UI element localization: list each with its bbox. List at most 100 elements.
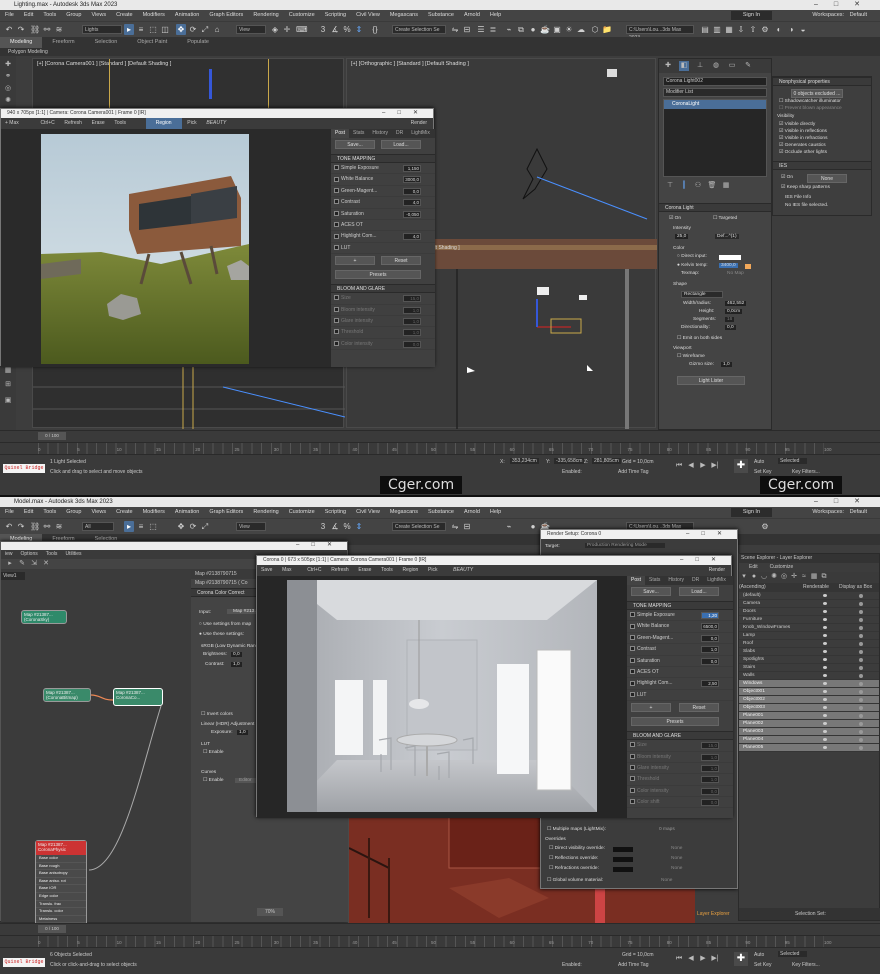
param-checkbox[interactable] xyxy=(630,787,635,793)
corona-vfb-icon[interactable]: ◒ xyxy=(798,24,808,35)
layer-row[interactable]: Plane001 xyxy=(739,712,879,720)
param-checkbox[interactable] xyxy=(630,776,635,782)
redo-icon[interactable]: ↷ xyxy=(16,521,26,532)
track-bar-bottom[interactable]: 0 5 10 15 20 25 30 35 40 45 50 55 60 65 70 75 80 85 90 95 10… xyxy=(0,935,880,950)
render-frame-icon[interactable]: ▣ xyxy=(552,24,562,35)
vfb-copy-button[interactable]: Ctrl+C xyxy=(36,118,58,129)
select-object-icon[interactable]: ▸ xyxy=(124,521,134,532)
menu-scripting[interactable]: Scripting xyxy=(320,10,351,21)
param-checkbox[interactable] xyxy=(630,691,635,697)
percent-snap-icon[interactable]: % xyxy=(342,24,352,35)
y-coord-field[interactable]: -335,658cm xyxy=(554,458,585,464)
material-slot[interactable]: Base rough xyxy=(36,863,86,871)
menu-civil-view[interactable]: Civil View xyxy=(351,10,385,21)
vfb-pick-button[interactable]: Pick xyxy=(183,118,200,129)
tab-stats[interactable]: Stats xyxy=(349,129,368,138)
param-checkbox[interactable] xyxy=(630,623,635,629)
slate-menu-tools[interactable]: Tools xyxy=(42,551,62,557)
kelvin-field[interactable]: 3400,0 xyxy=(719,263,738,268)
goto-start-icon[interactable]: ⏮ xyxy=(674,954,684,964)
material-slot[interactable]: Base anisotropy xyxy=(36,870,86,878)
curve-editor-icon[interactable]: ⌁ xyxy=(504,521,514,532)
param-checkbox[interactable] xyxy=(630,646,635,652)
folder-icon[interactable]: 📁 xyxy=(602,24,612,35)
renderable-icon[interactable] xyxy=(823,594,827,597)
global-volume-map[interactable]: None xyxy=(661,878,672,883)
pivot-icon[interactable]: ◈ xyxy=(270,24,280,35)
render-setup-icon[interactable]: ☕ xyxy=(540,24,550,35)
renderable-icon[interactable] xyxy=(823,634,827,637)
next-frame-icon[interactable]: ▶| xyxy=(710,954,720,964)
param-value-field[interactable]: 1,0 xyxy=(701,764,719,772)
node-corona-sky[interactable]: Map #21387... (CoronaSky) xyxy=(21,610,67,624)
layer-explorer-icon[interactable]: ≣ xyxy=(488,24,498,35)
show-end-result-icon[interactable]: ┃ xyxy=(679,181,689,191)
menu-arnold[interactable]: Arnold xyxy=(459,10,485,21)
display-box-icon[interactable] xyxy=(859,738,863,742)
rect-selection-icon[interactable]: ⬚ xyxy=(148,24,158,35)
param-checkbox[interactable] xyxy=(630,753,635,759)
time-slider-thumb[interactable]: 0 / 100 xyxy=(38,432,66,440)
new-scene-icon[interactable]: ▥ xyxy=(712,24,722,35)
set-key-button-bottom[interactable]: Set Key xyxy=(754,962,772,968)
ies-header[interactable]: IES xyxy=(773,161,871,170)
material-editor-icon[interactable]: ● xyxy=(528,521,538,532)
material-slot[interactable]: Translu. frac xyxy=(36,901,86,909)
add-time-tag-button-bottom[interactable]: Add Time Tag xyxy=(618,962,648,968)
param-value-field[interactable]: 1,0 xyxy=(403,306,421,314)
param-value-field[interactable]: 0,0 xyxy=(403,187,421,195)
display-box-icon[interactable] xyxy=(859,666,863,670)
se-col-name[interactable]: (Ascending) xyxy=(739,583,766,592)
export-icon[interactable]: ⇧ xyxy=(748,24,758,35)
renderable-icon[interactable] xyxy=(823,666,827,669)
layer-row[interactable]: Furniture xyxy=(739,616,879,624)
mirror-icon[interactable]: ⇋ xyxy=(450,24,460,35)
layer-row[interactable]: Walls xyxy=(739,672,879,680)
redo-icon[interactable]: ↷ xyxy=(16,24,26,35)
menu-create[interactable]: Create xyxy=(111,507,138,518)
material-editor-icon[interactable]: ● xyxy=(528,24,538,35)
material-slot[interactable]: Base aniso. rot xyxy=(36,878,86,886)
material-slot[interactable]: Translu. color xyxy=(36,908,86,916)
menu-animation[interactable]: Animation xyxy=(170,10,204,21)
slate-pick-icon[interactable]: ✎ xyxy=(17,559,27,569)
select-by-name-icon[interactable]: ≡ xyxy=(136,521,146,532)
utilities-tab-icon[interactable]: ✎ xyxy=(743,61,753,71)
ribbon-tab-modeling[interactable]: Modeling xyxy=(0,37,43,48)
se-spacewarps-icon[interactable]: ≈ xyxy=(799,572,809,582)
param-checkbox[interactable] xyxy=(334,199,339,205)
auto-key-button[interactable]: Auto xyxy=(754,459,764,465)
material-slot[interactable]: Base color xyxy=(36,855,86,863)
slate-zoom[interactable]: 70% xyxy=(257,908,284,916)
renderable-icon[interactable] xyxy=(823,650,827,653)
presets-button[interactable]: Presets xyxy=(631,717,719,727)
menu-civil-view[interactable]: Civil View xyxy=(351,507,385,518)
shape-dropdown[interactable]: Rectangle xyxy=(681,291,723,298)
corona-converter-icon[interactable]: ◑ xyxy=(786,24,796,35)
display-box-icon[interactable] xyxy=(859,634,863,638)
link-left-icon[interactable]: ⚭ xyxy=(3,72,13,82)
refr-override-map[interactable]: None xyxy=(671,866,682,871)
window-controls-bottom[interactable]: –□✕ xyxy=(814,497,876,507)
slate-menu-view[interactable]: iew xyxy=(1,551,17,557)
slate-view-tab[interactable]: View1 xyxy=(1,572,25,580)
param-value-field[interactable]: 1,0 xyxy=(403,329,421,337)
key-mode-dropdown[interactable]: Selected xyxy=(778,458,808,464)
se-menu-edit[interactable]: Edit xyxy=(739,564,764,570)
display-box-icon[interactable] xyxy=(859,618,863,622)
param-value-field[interactable]: 0,0 xyxy=(701,657,719,665)
ribbon-tab-freeform[interactable]: Freeform xyxy=(42,37,84,48)
tab-post[interactable]: Post xyxy=(331,129,350,138)
stack-item-coronalight[interactable]: CoronaLight xyxy=(664,100,766,109)
param-checkbox[interactable] xyxy=(334,233,339,239)
vfb-max-button[interactable]: + Max xyxy=(1,118,23,129)
time-slider-thumb-bottom[interactable]: 0 / 100 xyxy=(38,925,66,933)
vfb-erase-button[interactable]: Erase xyxy=(354,565,375,576)
tab-stats[interactable]: Stats xyxy=(645,576,664,585)
vfb-save-button[interactable]: Save... xyxy=(631,587,671,596)
tab-dr[interactable]: DR xyxy=(392,129,407,138)
scale-icon[interactable]: ⤢ xyxy=(200,24,210,35)
param-value-field[interactable]: 1,0 xyxy=(403,317,421,325)
percent-snap-icon[interactable]: % xyxy=(342,521,352,532)
display-box-icon[interactable] xyxy=(859,690,863,694)
